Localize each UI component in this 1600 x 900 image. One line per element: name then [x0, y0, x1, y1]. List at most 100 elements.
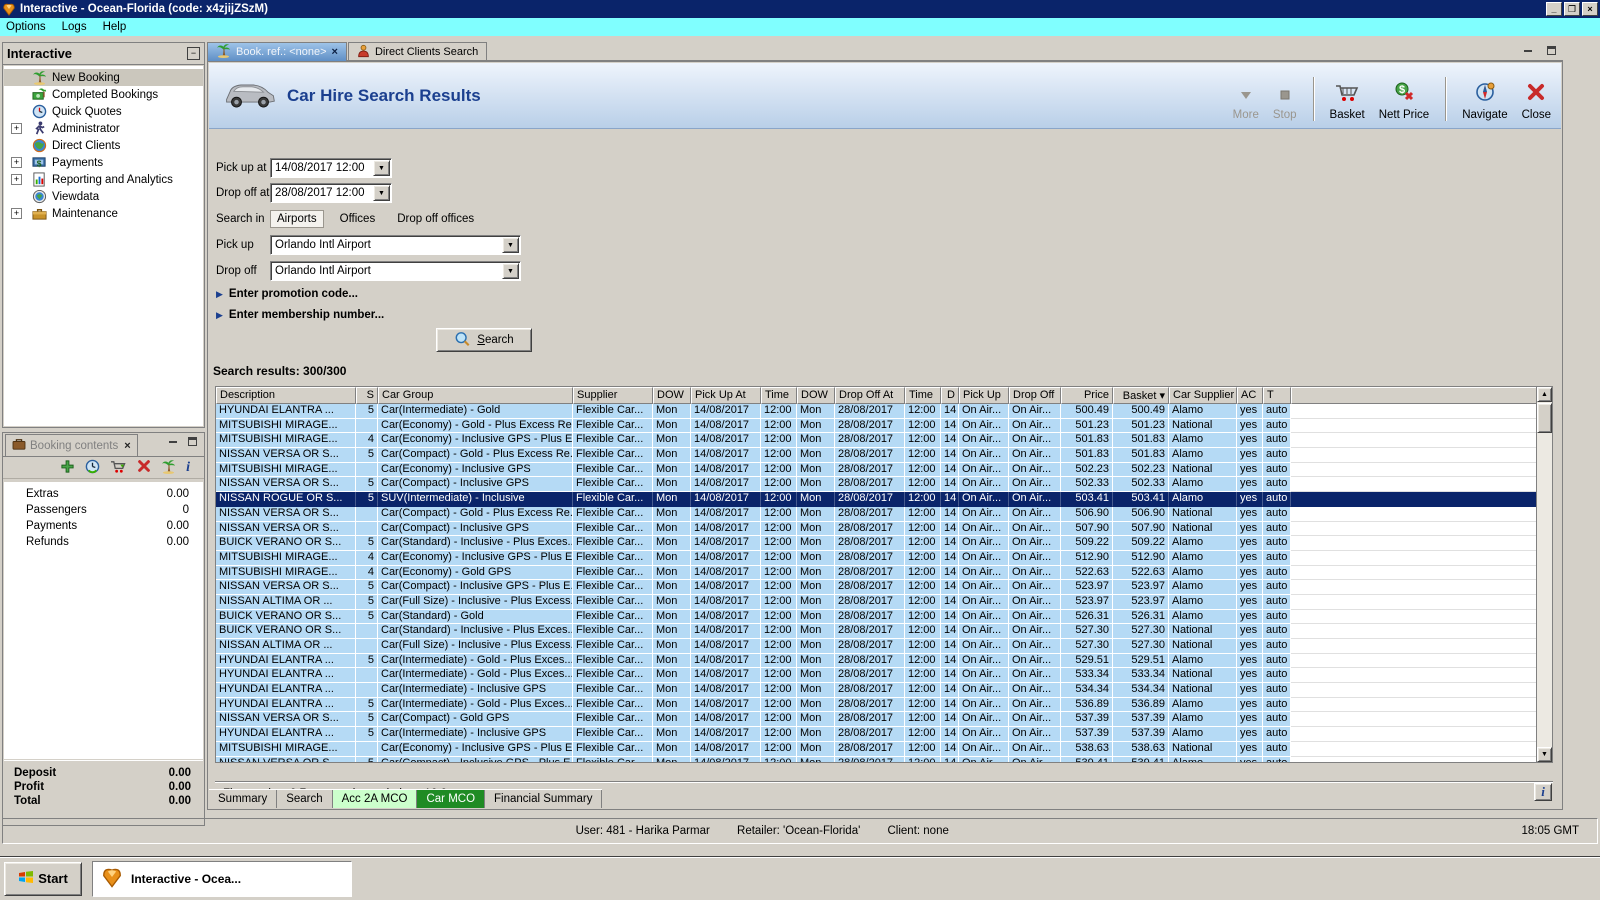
booking-row-payments[interactable]: Payments 0.00 [4, 518, 203, 534]
table-row[interactable]: HYUNDAI ELANTRA ... 5 Car(Intermediate) - … [216, 697, 1536, 713]
cart-go-icon[interactable] [110, 459, 127, 477]
membership-number-link[interactable]: ▶ Enter membership number... [216, 309, 384, 321]
booking-row-passengers[interactable]: Passengers 0 [4, 502, 203, 518]
pickup-dropdown-icon[interactable]: ▼ [502, 237, 519, 253]
sidebar-item-viewdata[interactable]: Viewdata [4, 188, 203, 205]
bottom-tab-search[interactable]: Search [277, 790, 333, 808]
column-header-dow[interactable]: DOW [653, 387, 691, 404]
scroll-up-icon[interactable]: ▲ [1537, 387, 1552, 402]
table-row[interactable]: BUICK VERANO OR S... 5 Car(Standard) - Gol… [216, 609, 1536, 625]
table-row[interactable]: HYUNDAI ELANTRA ... 5 Car(Intermediate) - … [216, 404, 1536, 419]
taskbar-task-button[interactable]: Interactive - Ocea... [92, 860, 352, 897]
bottom-tab-financial-summary[interactable]: Financial Summary [485, 790, 603, 808]
column-header-drop-off-at[interactable]: Drop Off At [835, 387, 905, 404]
column-header-supplier[interactable]: Supplier [573, 387, 653, 404]
table-row[interactable]: NISSAN VERSA OR S... 5 Car(Compact) - Gold… [216, 712, 1536, 728]
start-button[interactable]: Start [4, 861, 82, 896]
sidebar-item-direct-clients[interactable]: Direct Clients [4, 137, 203, 154]
column-header-price[interactable]: Price [1061, 387, 1113, 404]
column-header-car-group[interactable]: Car Group [378, 387, 573, 404]
sidebar-item-maintenance[interactable]: + Maintenance [4, 205, 203, 222]
delete-icon[interactable] [137, 459, 151, 476]
vertical-scrollbar[interactable]: ▲ ▼ [1536, 387, 1552, 762]
dropoff-dropdown-icon[interactable]: ▼ [502, 263, 519, 279]
menu-help[interactable]: Help [103, 21, 127, 33]
table-row[interactable]: NISSAN VERSA OR S...5Car(Compact) - Incl… [216, 756, 1536, 762]
nett-price-button[interactable]: $ Nett Price [1379, 81, 1429, 121]
close-button[interactable]: Close [1522, 81, 1551, 121]
sidebar-item-payments[interactable]: + $ Payments [4, 154, 203, 171]
scrollbar-thumb[interactable] [1537, 403, 1552, 433]
expand-plus-icon[interactable]: + [11, 123, 22, 134]
column-header-dow[interactable]: DOW [797, 387, 835, 404]
window-restore-button[interactable]: ❐ [1564, 2, 1580, 16]
bottom-tab-summary[interactable]: Summary [209, 790, 278, 808]
bottom-tab-car-mco[interactable]: Car MCO [417, 790, 486, 808]
tab-close-icon[interactable]: × [332, 46, 338, 58]
expand-plus-icon[interactable]: + [11, 157, 22, 168]
column-header-time[interactable]: Time [761, 387, 797, 404]
booking-row-extras[interactable]: Extras 0.00 [4, 486, 203, 502]
column-header-d[interactable]: D [941, 387, 959, 404]
table-row[interactable]: MITSUBISHI MIRAGE... 4 Car(Economy) - Incl… [216, 433, 1536, 449]
table-row[interactable]: HYUNDAI ELANTRA ... 5 Car(Intermediate) - … [216, 653, 1536, 669]
table-row[interactable]: NISSAN ALTIMA OR ... Car(Full Size) - Inc… [216, 639, 1536, 654]
column-header-pick-up-at[interactable]: Pick Up At [691, 387, 761, 404]
sidebar-item-administrator[interactable]: + Administrator [4, 120, 203, 137]
column-header-time[interactable]: Time [905, 387, 941, 404]
table-row[interactable]: MITSUBISHI MIRAGE... Car(Economy) - Inclu… [216, 741, 1536, 757]
column-header-pick-up[interactable]: Pick Up [959, 387, 1009, 404]
table-row[interactable]: HYUNDAI ELANTRA ... 5 Car(Intermediate) - … [216, 727, 1536, 742]
table-row[interactable]: NISSAN ROGUE OR S... 5 SUV(Intermediate) -… [216, 492, 1536, 507]
main-panel-minimize-button[interactable] [1520, 44, 1536, 57]
menu-logs[interactable]: Logs [62, 21, 87, 33]
main-panel-maximize-button[interactable] [1543, 44, 1559, 57]
table-row[interactable]: MITSUBISHI MIRAGE... Car(Economy) - Inclu… [216, 462, 1536, 478]
bottom-tab-acc-2a-mco[interactable]: Acc 2A MCO [332, 790, 418, 808]
table-row[interactable]: HYUNDAI ELANTRA ... Car(Intermediate) - I… [216, 683, 1536, 698]
column-header-car-supplier[interactable]: Car Supplier [1169, 387, 1237, 404]
quote-clock-icon[interactable] [85, 459, 100, 477]
table-row[interactable]: MITSUBISHI MIRAGE... 4 Car(Economy) - Incl… [216, 550, 1536, 566]
palm-small-icon[interactable] [161, 459, 176, 477]
column-header-t[interactable]: T [1263, 387, 1291, 404]
sidebar-item-new-booking[interactable]: New Booking [4, 69, 203, 86]
basket-button[interactable]: Basket [1330, 81, 1365, 121]
scroll-down-icon[interactable]: ▼ [1537, 747, 1552, 762]
column-header-basket[interactable]: Basket ▾ [1113, 387, 1169, 404]
table-row[interactable]: NISSAN VERSA OR S...5Car(Compact) - Incl… [216, 580, 1536, 595]
table-row[interactable]: MITSUBISHI MIRAGE... Car(Economy) - Gold … [216, 418, 1536, 434]
table-row[interactable]: HYUNDAI ELANTRA ... Car(Intermediate) - G… [216, 668, 1536, 684]
sidebar-item-completed-bookings[interactable]: Completed Bookings [4, 86, 203, 103]
expand-plus-icon[interactable]: + [11, 208, 22, 219]
sidebar-collapse-button[interactable]: − [187, 47, 200, 60]
table-row[interactable]: BUICK VERANO OR S... Car(Standard) - Incl… [216, 624, 1536, 639]
column-header-description[interactable]: Description [216, 387, 356, 404]
info-icon[interactable]: i [186, 460, 190, 476]
window-close-button[interactable]: × [1582, 2, 1598, 16]
search-in-tab-offices[interactable]: Offices [334, 211, 382, 227]
add-icon[interactable] [60, 459, 75, 477]
sidebar-item-quick-quotes[interactable]: Quick Quotes [4, 103, 203, 120]
info-button[interactable]: i [1534, 783, 1552, 801]
column-header-drop-off[interactable]: Drop Off [1009, 387, 1061, 404]
tab-book-ref-none-[interactable]: Book. ref.: <none> × [207, 42, 347, 61]
table-row[interactable]: NISSAN ALTIMA OR ... 5 Car(Full Size) - In… [216, 594, 1536, 610]
promotion-code-link[interactable]: ▶ Enter promotion code... [216, 288, 358, 300]
search-button[interactable]: Search [436, 328, 532, 352]
booking-panel-maximize-button[interactable] [184, 435, 200, 448]
booking-contents-close-icon[interactable]: × [124, 440, 130, 452]
table-row[interactable]: BUICK VERANO OR S... 5 Car(Standard) - Inc… [216, 536, 1536, 551]
window-minimize-button[interactable]: _ [1546, 2, 1562, 16]
column-header-ac[interactable]: AC [1237, 387, 1263, 404]
booking-row-refunds[interactable]: Refunds 0.00 [4, 534, 203, 550]
table-row[interactable]: NISSAN VERSA OR S... Car(Compact) - Inclu… [216, 521, 1536, 537]
pickup-at-field[interactable]: 14/08/2017 12:00 ▼ [270, 158, 392, 178]
dropoff-field[interactable]: Orlando Intl Airport ▼ [270, 261, 521, 281]
column-header-s[interactable]: S [356, 387, 378, 404]
booking-panel-minimize-button[interactable] [165, 435, 181, 448]
pickup-field[interactable]: Orlando Intl Airport ▼ [270, 235, 521, 255]
search-in-tab-airports[interactable]: Airports [270, 210, 324, 228]
tab-direct-clients-search[interactable]: Direct Clients Search [347, 42, 488, 61]
navigate-button[interactable]: Navigate [1462, 81, 1508, 121]
